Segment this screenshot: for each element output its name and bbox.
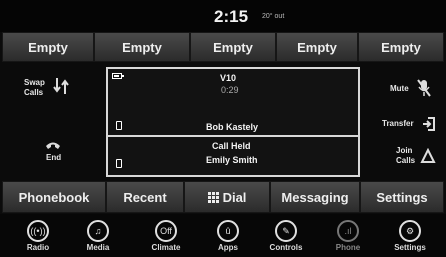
dock-radio-label: Radio <box>26 243 50 252</box>
dock-controls[interactable]: ✎ Controls <box>256 216 316 257</box>
dock-settings-label: Settings <box>394 243 426 252</box>
dock-controls-label: Controls <box>269 243 303 252</box>
phone-icon: .ıl <box>337 220 359 242</box>
clock: 2:15 <box>214 7 249 26</box>
tab-dial[interactable]: Dial <box>184 181 270 213</box>
battery-icon <box>112 73 124 79</box>
dock-climate[interactable]: Off Climate <box>136 216 196 257</box>
mute-mic-icon <box>417 79 431 97</box>
call-panel: V10 0:29 Bob Kastely Call Held Emily Smi… <box>106 67 360 177</box>
dock-media-label: Media <box>86 243 110 252</box>
active-call-line: V10 <box>220 73 237 83</box>
held-caller-name: Emily Smith <box>206 155 258 165</box>
settings-icon: ⚙ <box>399 220 421 242</box>
calls-label: Calls <box>24 88 44 97</box>
tab-settings[interactable]: Settings <box>360 181 444 213</box>
favorite-slot-1[interactable]: Empty <box>2 32 94 62</box>
battery-level-fill <box>114 75 119 77</box>
tab-phonebook[interactable]: Phonebook <box>2 181 106 213</box>
favorite-slot-3[interactable]: Empty <box>190 32 276 62</box>
mute-label: Mute <box>390 84 409 93</box>
transfer-button[interactable]: Transfer <box>378 114 440 134</box>
active-caller-name: Bob Kastely <box>206 122 259 132</box>
end-label: End <box>46 153 62 162</box>
join-label: Join <box>396 146 413 155</box>
dock-radio[interactable]: ((•)) Radio <box>8 216 68 257</box>
climate-icon: Off <box>155 220 177 242</box>
dock-phone[interactable]: .ıl Phone <box>318 216 378 257</box>
app-dock: ((•)) Radio ♫ Media Off Climate û Apps ✎… <box>0 214 446 257</box>
apps-icon: û <box>217 220 239 242</box>
join-calls-label: Calls <box>396 156 416 165</box>
tab-messaging[interactable]: Messaging <box>270 181 360 213</box>
controls-icon: ✎ <box>275 220 297 242</box>
end-call-icon <box>46 142 60 149</box>
tab-recent[interactable]: Recent <box>106 181 184 213</box>
dock-settings[interactable]: ⚙ Settings <box>380 216 440 257</box>
active-phone-icon <box>116 121 122 130</box>
dock-phone-label: Phone <box>335 243 361 252</box>
media-icon: ♫ <box>87 220 109 242</box>
tab-dial-label: Dial <box>222 189 247 205</box>
active-call-duration: 0:29 <box>221 85 239 95</box>
dialpad-icon <box>207 191 219 203</box>
swap-label: Swap <box>24 78 45 87</box>
outside-temperature: 20° out <box>262 13 285 20</box>
dock-media[interactable]: ♫ Media <box>68 216 128 257</box>
mute-button[interactable]: Mute <box>378 78 440 102</box>
favorite-slot-4[interactable]: Empty <box>276 32 358 62</box>
favorite-slot-5[interactable]: Empty <box>358 32 444 62</box>
favorite-slot-2[interactable]: Empty <box>94 32 190 62</box>
join-icon <box>420 148 436 163</box>
swap-arrows-icon <box>53 78 69 94</box>
held-phone-icon <box>116 159 122 168</box>
dock-apps[interactable]: û Apps <box>198 216 258 257</box>
dock-apps-label: Apps <box>218 243 238 252</box>
swap-calls-button[interactable]: Swap Calls <box>20 74 84 110</box>
end-call-button[interactable]: End <box>36 138 76 172</box>
radio-icon: ((•)) <box>27 220 49 242</box>
join-calls-button[interactable]: Join Calls <box>378 144 440 170</box>
transfer-label: Transfer <box>382 119 414 128</box>
status-bar: 2:15 20° out <box>0 0 446 32</box>
dock-climate-label: Climate <box>151 243 181 252</box>
call-divider <box>108 135 358 137</box>
transfer-icon <box>423 117 435 131</box>
held-call-status: Call Held <box>212 141 251 151</box>
